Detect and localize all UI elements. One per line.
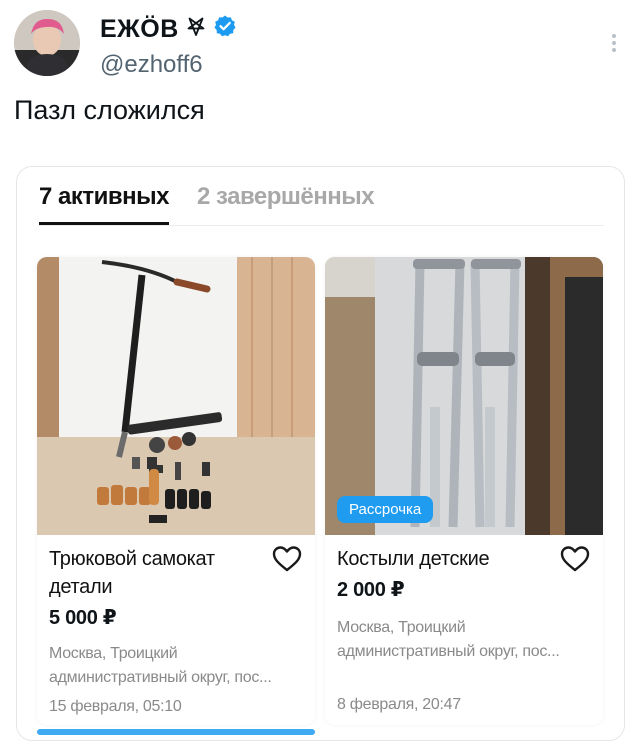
listing-title[interactable]: Костыли детские: [337, 545, 592, 573]
favorite-heart-icon[interactable]: [560, 545, 590, 573]
listing-title[interactable]: Трюковой самокат детали: [49, 545, 304, 601]
listing-card[interactable]: Рассрочка Костыли детские 2 000 ₽ Москва…: [325, 257, 603, 725]
listing-address-line2: административный округ, пос...: [49, 669, 272, 686]
listing-price: 5 000 ₽: [49, 607, 117, 629]
tabs-divider: [39, 225, 604, 226]
display-name-text[interactable]: ЕЖÖВ: [100, 15, 179, 44]
next-row-peek: [37, 729, 315, 735]
listing-address: Москва, Троицкий административный округ,…: [337, 616, 592, 664]
listing-address-line2: административный округ, пос...: [337, 643, 560, 660]
tweet-text: Пазл сложился: [14, 95, 205, 125]
listing-date: 8 февраля, 20:47: [337, 696, 461, 713]
handle[interactable]: @ezhoff6: [100, 51, 237, 79]
author-block: ЕЖÖВ @ezhoff6: [100, 14, 237, 79]
listing-tabs: 7 активных 2 завершённых: [39, 183, 375, 226]
display-name[interactable]: ЕЖÖВ: [100, 14, 237, 45]
more-options-icon[interactable]: [602, 28, 626, 58]
embedded-screenshot-card[interactable]: 7 активных 2 завершённых Трюковой самока…: [16, 166, 625, 741]
inverted-pentagram-icon: [185, 15, 207, 44]
listing-address-line1: Москва, Троицкий: [49, 645, 178, 662]
listing-info: Костыли детские 2 000 ₽ Москва, Троицкий…: [337, 545, 592, 714]
listing-photo-crutches[interactable]: Рассрочка: [325, 257, 603, 535]
listing-address-line1: Москва, Троицкий: [337, 619, 466, 636]
installment-badge: Рассрочка: [337, 496, 434, 523]
listing-price: 2 000 ₽: [337, 579, 405, 601]
listing-photo-scooter[interactable]: [37, 257, 315, 535]
listing-date: 15 февраля, 05:10: [49, 698, 182, 715]
tab-completed[interactable]: 2 завершённых: [197, 183, 375, 226]
tab-active[interactable]: 7 активных: [39, 183, 169, 226]
verified-badge-icon: [213, 14, 237, 45]
listing-info: Трюковой самокат детали 5 000 ₽ Москва, …: [49, 545, 304, 716]
listing-address: Москва, Троицкий административный округ,…: [49, 642, 304, 690]
tweet-header: ЕЖÖВ @ezhoff6: [14, 10, 626, 80]
avatar[interactable]: [14, 10, 80, 76]
listing-card[interactable]: Трюковой самокат детали 5 000 ₽ Москва, …: [37, 257, 315, 725]
favorite-heart-icon[interactable]: [272, 545, 302, 573]
